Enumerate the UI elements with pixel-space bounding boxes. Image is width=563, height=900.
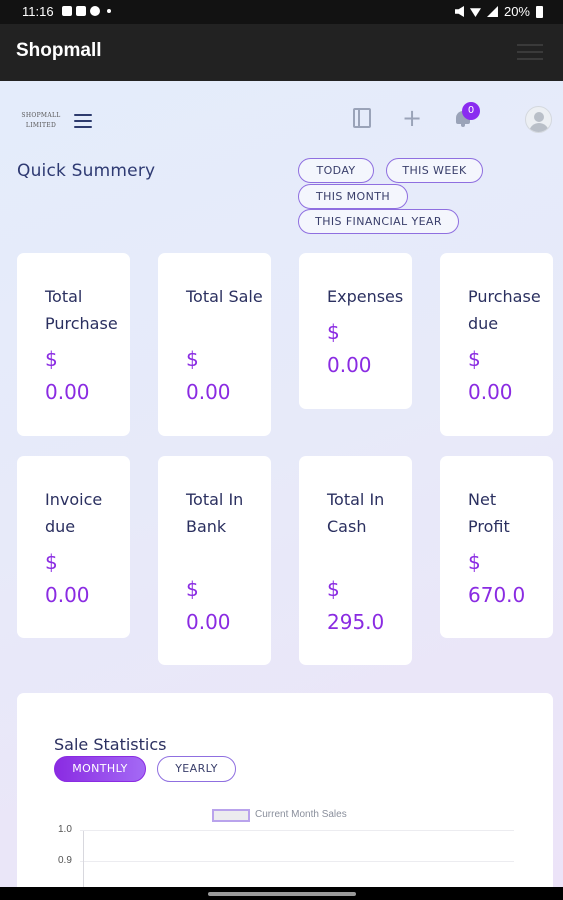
filter-this-month[interactable]: THIS MONTH [298, 184, 408, 209]
main-content: SHOPMALL LIMITED + 0 Quick Summery TODAY… [0, 81, 563, 887]
y-axis [83, 831, 84, 887]
gridline [80, 830, 514, 831]
card-amount: $ 0.00 [186, 343, 270, 409]
card-label: Total Sale [186, 287, 263, 306]
app-bar-menu-icon[interactable] [517, 44, 543, 65]
card-currency: $ [186, 577, 199, 601]
card-currency: $ [186, 347, 199, 371]
card-value: 0.00 [45, 380, 90, 404]
card-expenses[interactable]: Expenses $ 0.00 [299, 253, 412, 409]
app-title: Shopmall [16, 40, 102, 61]
status-left-icons [62, 6, 111, 16]
mute-icon [454, 6, 464, 17]
brand-logo: SHOPMALL LIMITED [18, 111, 64, 131]
image-icon [62, 6, 72, 16]
legend-label: Current Month Sales [255, 809, 347, 820]
card-currency: $ [327, 320, 340, 344]
status-right-icons: 20% [454, 4, 543, 19]
signal-icon [486, 6, 498, 17]
card-currency: $ [468, 347, 481, 371]
y-tick-label: 0.9 [58, 855, 72, 866]
status-bar: 11:16 20% [0, 0, 563, 24]
card-amount: $ 0.00 [45, 546, 129, 612]
wifi-icon [469, 8, 481, 17]
card-value: 0.00 [186, 380, 231, 404]
card-currency: $ [45, 347, 58, 371]
battery-icon [536, 5, 543, 18]
card-label: Net Profit [468, 490, 510, 536]
status-time: 11:16 [22, 4, 54, 19]
card-amount: $ 295.0 [327, 573, 385, 639]
filter-this-financial-year[interactable]: THIS FINANCIAL YEAR [298, 209, 459, 234]
tab-yearly[interactable]: YEARLY [157, 756, 236, 782]
chat-icon [76, 6, 86, 16]
card-value: 0.00 [45, 583, 90, 607]
gridline [80, 861, 514, 862]
card-amount: $ 0.00 [45, 343, 129, 409]
sale-statistics-title: Sale Statistics [54, 735, 167, 754]
system-nav-bar [0, 887, 563, 900]
menu-icon[interactable] [74, 114, 92, 132]
card-currency: $ [468, 550, 481, 574]
filter-today[interactable]: TODAY [298, 158, 374, 183]
info-icon [90, 6, 100, 16]
brand-line2: LIMITED [25, 122, 57, 129]
notebook-icon[interactable] [353, 108, 371, 128]
plus-icon[interactable]: + [402, 106, 422, 130]
card-value: 0.00 [186, 610, 231, 634]
card-currency: $ [45, 550, 58, 574]
brand-line1: SHOPMALL [21, 112, 61, 119]
app-bar: Shopmall [0, 24, 563, 81]
sale-statistics-card: Sale Statistics MONTHLY YEARLY Current M… [17, 693, 553, 887]
quick-summary-title: Quick Summery [17, 161, 156, 181]
legend-swatch[interactable] [212, 809, 250, 822]
card-value: 295.0 [327, 610, 385, 634]
dot-icon [107, 9, 111, 13]
card-label: Purchase due [468, 287, 541, 333]
card-label: Total In Bank [186, 490, 244, 536]
card-label: Invoice due [45, 490, 103, 536]
card-amount: $ 670.0 [468, 546, 526, 612]
card-label: Total In Cash [327, 490, 385, 536]
card-label: Total Purchase [45, 287, 118, 333]
card-invoice-due[interactable]: Invoice due $ 0.00 [17, 456, 130, 638]
card-purchase-due[interactable]: Purchase due $ 0.00 [440, 253, 553, 436]
y-tick-label: 1.0 [58, 824, 72, 835]
card-label: Expenses [327, 287, 404, 306]
card-total-purchase[interactable]: Total Purchase $ 0.00 [17, 253, 130, 436]
home-gesture-handle[interactable] [208, 892, 356, 896]
card-value: 0.00 [327, 353, 372, 377]
card-currency: $ [327, 577, 340, 601]
card-total-in-cash[interactable]: Total In Cash $ 295.0 [299, 456, 412, 665]
card-amount: $ 0.00 [468, 343, 552, 409]
battery-text: 20% [503, 4, 530, 19]
card-value: 0.00 [468, 380, 513, 404]
avatar[interactable] [525, 106, 552, 133]
card-net-profit[interactable]: Net Profit $ 670.0 [440, 456, 553, 638]
notification-badge: 0 [462, 102, 480, 120]
card-value: 670.0 [468, 583, 526, 607]
filter-this-week[interactable]: THIS WEEK [386, 158, 483, 183]
tab-monthly[interactable]: MONTHLY [54, 756, 146, 782]
card-amount: $ 0.00 [327, 316, 411, 382]
card-total-in-bank[interactable]: Total In Bank $ 0.00 [158, 456, 271, 665]
card-total-sale[interactable]: Total Sale $ 0.00 [158, 253, 271, 436]
card-amount: $ 0.00 [186, 573, 270, 639]
